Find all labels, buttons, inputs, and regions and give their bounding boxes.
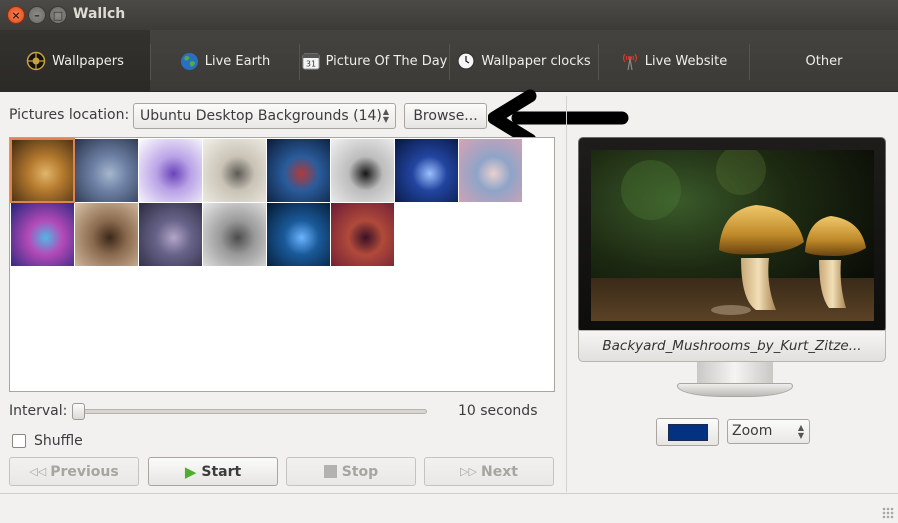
stop-icon	[323, 465, 337, 478]
pictures-location-select[interactable]: Ubuntu Desktop Backgrounds (14) ▲ ▼	[133, 103, 396, 129]
wallpaper-thumbnail[interactable]	[139, 139, 202, 202]
wallpaper-thumbnail[interactable]	[203, 203, 266, 266]
status-bar	[0, 493, 898, 523]
play-icon: ▶	[184, 462, 197, 481]
interval-slider-handle[interactable]	[72, 403, 85, 420]
resize-grip[interactable]	[882, 507, 894, 519]
wallpaper-thumbnail[interactable]	[267, 139, 330, 202]
wallpaper-thumbnail[interactable]	[267, 203, 330, 266]
clock-icon	[457, 52, 475, 70]
background-color-button[interactable]	[656, 418, 719, 446]
start-label: Start	[201, 463, 242, 480]
next-label: Next	[480, 463, 518, 480]
tab-label: Other	[805, 53, 843, 69]
color-swatch	[667, 423, 708, 441]
image-mode-value: Zoom	[732, 423, 773, 439]
wallpaper-thumbnail[interactable]	[331, 139, 394, 202]
tab-live-website[interactable]: Live Website	[599, 30, 749, 92]
wallpaper-thumbnail[interactable]	[11, 203, 74, 266]
monitor-stand-base	[677, 383, 793, 397]
earth-globe-icon	[180, 52, 199, 71]
interval-label: Interval:	[9, 403, 68, 419]
tab-picture-of-the-day[interactable]: 31 Picture Of The Day	[300, 30, 449, 92]
window-title: Wallch	[73, 6, 126, 22]
wallpaper-filename: Backyard_Mushrooms_by_Kurt_Zitze...	[578, 330, 886, 362]
title-bar: × – □ Wallch	[0, 0, 898, 30]
tab-other[interactable]: Other	[750, 30, 898, 92]
tab-label: Wallpaper clocks	[481, 53, 591, 69]
wallpaper-thumbnail[interactable]	[331, 203, 394, 266]
shuffle-checkbox[interactable]	[12, 434, 26, 448]
pane-divider	[566, 96, 567, 492]
interval-slider-track[interactable]	[72, 409, 427, 414]
wallpaper-thumbnail[interactable]	[10, 138, 75, 203]
wireless-antenna-icon	[621, 51, 639, 71]
stop-button[interactable]: Stop	[286, 457, 416, 486]
fast-forward-icon: ▷▷	[460, 465, 477, 478]
tab-label: Picture Of The Day	[325, 53, 448, 69]
image-mode-select[interactable]: Zoom ▲ ▼	[727, 419, 810, 444]
previous-button[interactable]: ◁◁ Previous	[9, 457, 139, 486]
wallpaper-thumbnail[interactable]	[203, 139, 266, 202]
wallpapers-logo-icon	[26, 51, 46, 71]
pointer-arrow-annotation	[488, 89, 629, 144]
tab-label: Live Website	[644, 53, 728, 69]
tab-live-earth[interactable]: Live Earth	[151, 30, 299, 92]
shuffle-label: Shuffle	[34, 433, 83, 449]
updown-arrows-icon: ▲ ▼	[382, 107, 389, 124]
next-button[interactable]: ▷▷ Next	[424, 457, 554, 486]
monitor-preview	[578, 137, 886, 333]
wallpaper-thumbnail[interactable]	[75, 203, 138, 266]
tab-wallpapers[interactable]: Wallpapers	[0, 30, 150, 92]
start-button[interactable]: ▶ Start	[148, 457, 278, 486]
svg-text:31: 31	[306, 60, 316, 69]
rewind-icon: ◁◁	[29, 465, 47, 478]
pictures-location-label: Pictures location:	[9, 107, 130, 123]
previous-label: Previous	[50, 463, 119, 480]
maximize-window-button[interactable]: □	[49, 6, 67, 24]
stop-label: Stop	[341, 463, 379, 480]
tab-label: Wallpapers	[52, 53, 124, 69]
wallpaper-thumbnail[interactable]	[75, 139, 138, 202]
tab-label: Live Earth	[204, 53, 271, 69]
wallpaper-thumbnail[interactable]	[139, 203, 202, 266]
pictures-location-value: Ubuntu Desktop Backgrounds (14)	[140, 108, 382, 124]
wallpaper-thumbnail[interactable]	[395, 139, 458, 202]
close-window-button[interactable]: ×	[7, 6, 25, 24]
calendar-icon: 31	[302, 52, 320, 70]
wallpaper-thumbnail[interactable]	[459, 139, 522, 202]
wallpaper-preview-image	[591, 150, 874, 321]
tab-bar: Wallpapers Live Earth 31 Picture Of The …	[0, 30, 898, 92]
updown-arrows-icon: ▲ ▼	[797, 423, 804, 440]
wallpaper-thumbnails-grid	[9, 137, 555, 392]
monitor-stand-neck	[697, 362, 773, 384]
interval-value: 10 seconds	[458, 403, 538, 419]
browse-button[interactable]: Browse...	[404, 103, 487, 129]
minimize-window-button[interactable]: –	[28, 6, 46, 24]
tab-wallpaper-clocks[interactable]: Wallpaper clocks	[450, 30, 598, 92]
